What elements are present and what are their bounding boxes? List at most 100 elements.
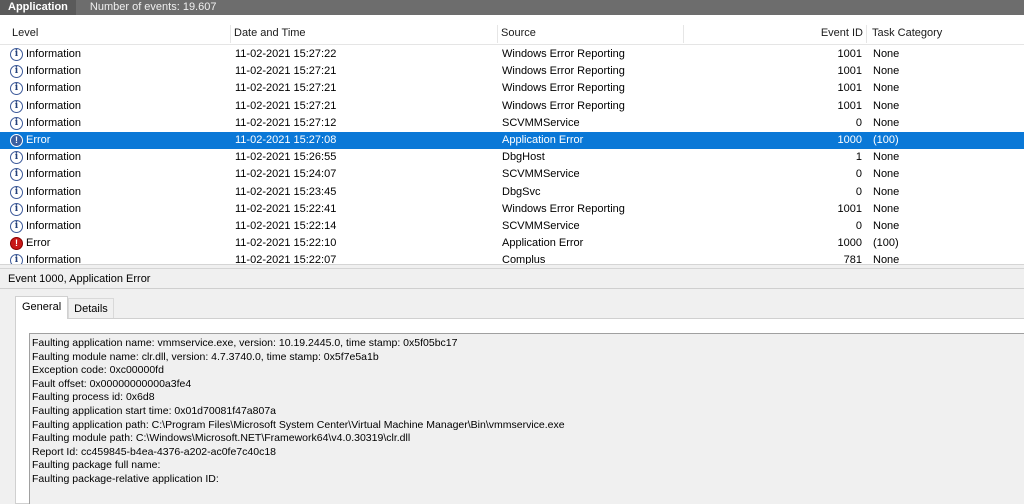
description-line: Report Id: cc459845-b4ea-4376-a202-ac0fe… xyxy=(32,445,277,458)
cell-event-id: 0 xyxy=(855,168,862,181)
level-text: Information xyxy=(26,99,82,112)
cell-level: i Information xyxy=(10,115,81,132)
cell-date: 11-02-2021 15:22:41 xyxy=(235,202,337,215)
column-header-task-category[interactable]: Task Category xyxy=(868,15,942,45)
column-divider[interactable] xyxy=(866,25,867,43)
description-line: Fault offset: 0x00000000000a3fe4 xyxy=(32,377,192,390)
cell-date: 11-02-2021 15:27:21 xyxy=(235,99,337,112)
cell-source: Windows Error Reporting xyxy=(502,99,625,112)
table-row[interactable]: i Information 11-02-2021 15:24:07 SCVMMServ… xyxy=(0,166,1024,183)
detail-tabs: General Details xyxy=(15,296,114,319)
events-table[interactable]: Level Date and Time Source Event ID Task… xyxy=(0,15,1024,264)
tab-details[interactable]: Details xyxy=(68,298,114,319)
cell-event-id: 1001 xyxy=(837,48,862,60)
description-line: Faulting package-relative application ID… xyxy=(32,472,219,485)
information-icon: i xyxy=(10,99,23,113)
cell-task-category: None xyxy=(873,48,900,60)
cell-source: SCVMMService xyxy=(502,168,580,181)
table-row[interactable]: i Information 11-02-2021 15:26:55 DbgHost 1 N… xyxy=(0,149,1024,166)
column-header-date[interactable]: Date and Time xyxy=(230,15,306,45)
level-text: Information xyxy=(26,82,82,95)
description-line: Faulting package full name: xyxy=(32,459,161,472)
cell-task-category: None xyxy=(873,202,900,215)
cell-task-category: None xyxy=(873,99,900,112)
cell-source: Application Error xyxy=(502,237,584,250)
cell-level: i Information xyxy=(10,184,81,201)
information-icon: i xyxy=(10,185,23,199)
level-text: Information xyxy=(26,65,82,78)
cell-event-id: 781 xyxy=(843,254,862,264)
table-row[interactable]: ! Error 11-02-2021 15:22:10 Application Err… xyxy=(0,235,1024,252)
table-row[interactable]: i Information 11-02-2021 15:27:21 Windows E… xyxy=(0,98,1024,115)
event-rows: i Information 11-02-2021 15:27:22 Windows E… xyxy=(0,46,1024,264)
table-row[interactable]: i Information 11-02-2021 15:27:12 SCVMMServ… xyxy=(0,115,1024,132)
table-row[interactable]: i Information 11-02-2021 15:27:21 Windows E… xyxy=(0,63,1024,80)
information-icon: i xyxy=(10,202,23,216)
tab-general[interactable]: General xyxy=(15,296,69,319)
cell-event-id: 0 xyxy=(855,185,862,198)
cell-source: Windows Error Reporting xyxy=(502,202,625,215)
level-text: Information xyxy=(26,219,82,232)
cell-task-category: None xyxy=(873,82,900,95)
information-icon: i xyxy=(10,254,23,264)
cell-source: Application Error xyxy=(502,133,584,146)
divider xyxy=(0,288,1024,289)
table-row[interactable]: i Information 11-02-2021 15:22:41 Windows E… xyxy=(0,201,1024,218)
cell-task-category: None xyxy=(873,65,900,78)
table-row[interactable]: i Information 11-02-2021 15:27:22 Windows E… xyxy=(0,46,1024,63)
level-text: Information xyxy=(26,151,82,164)
column-header-source[interactable]: Source xyxy=(497,15,536,45)
cell-date: 11-02-2021 15:27:12 xyxy=(235,116,337,129)
event-detail-pane: Event 1000, Application Error General De… xyxy=(0,269,1024,504)
cell-event-id: 1000 xyxy=(837,133,862,146)
information-icon: i xyxy=(10,151,23,165)
cell-date: 11-02-2021 15:26:55 xyxy=(235,151,337,164)
level-text: Information xyxy=(26,48,82,60)
description-line: Faulting application path: C:\Program Fi… xyxy=(32,418,565,431)
cell-task-category: None xyxy=(873,254,900,264)
cell-level: i Information xyxy=(10,149,81,166)
general-tab-panel: Faulting application name: vmmservice.ex… xyxy=(15,318,1024,504)
cell-date: 11-02-2021 15:23:45 xyxy=(235,185,337,198)
level-text: Information xyxy=(26,116,82,129)
level-text: Error xyxy=(26,237,51,250)
column-header-event-id[interactable]: Event ID xyxy=(783,15,863,45)
level-text: Information xyxy=(26,202,82,215)
cell-event-id: 1001 xyxy=(837,99,862,112)
table-row[interactable]: i Information 11-02-2021 15:22:07 Complus 78… xyxy=(0,252,1024,264)
cell-task-category: (100) xyxy=(873,133,899,146)
table-row[interactable]: i Information 11-02-2021 15:23:45 DbgSvc 0 No… xyxy=(0,184,1024,201)
cell-task-category: None xyxy=(873,168,900,181)
information-icon: i xyxy=(10,168,23,182)
column-divider[interactable] xyxy=(683,25,684,43)
cell-level: i Information xyxy=(10,201,81,218)
event-description-text[interactable]: Faulting application name: vmmservice.ex… xyxy=(29,333,1024,504)
cell-event-id: 1001 xyxy=(837,65,862,78)
cell-level: i Information xyxy=(10,46,81,63)
cell-date: 11-02-2021 15:24:07 xyxy=(235,168,337,181)
description-line: Faulting process id: 0x6d8 xyxy=(32,391,155,404)
cell-source: Windows Error Reporting xyxy=(502,65,625,78)
information-icon: i xyxy=(10,219,23,233)
level-text: Information xyxy=(26,254,82,264)
cell-event-id: 1001 xyxy=(837,202,862,215)
cell-level: i Information xyxy=(10,98,81,115)
information-icon: i xyxy=(10,82,23,96)
column-header-level[interactable]: Level xyxy=(8,15,38,45)
log-header-bar: Application Number of events: 19.607 xyxy=(0,0,1024,15)
description-line: Exception code: 0xc00000fd xyxy=(32,364,164,377)
event-detail-title: Event 1000, Application Error xyxy=(8,273,151,285)
cell-task-category: None xyxy=(873,219,900,232)
cell-event-id: 1 xyxy=(855,151,862,164)
cell-task-category: None xyxy=(873,151,900,164)
cell-level: i Information xyxy=(10,218,81,235)
table-row[interactable]: ! Error 11-02-2021 15:27:08 Application Err… xyxy=(0,131,1024,150)
description-line: Faulting module name: clr.dll, version: … xyxy=(32,350,379,363)
table-row[interactable]: i Information 11-02-2021 15:27:21 Windows E… xyxy=(0,80,1024,97)
level-text: Information xyxy=(26,168,82,181)
level-text: Information xyxy=(26,185,82,198)
log-name-tab[interactable]: Application xyxy=(0,0,76,15)
event-count: Number of events: 19.607 xyxy=(89,1,217,13)
table-row[interactable]: i Information 11-02-2021 15:22:14 SCVMMServ… xyxy=(0,218,1024,235)
cell-source: Complus xyxy=(502,254,546,264)
